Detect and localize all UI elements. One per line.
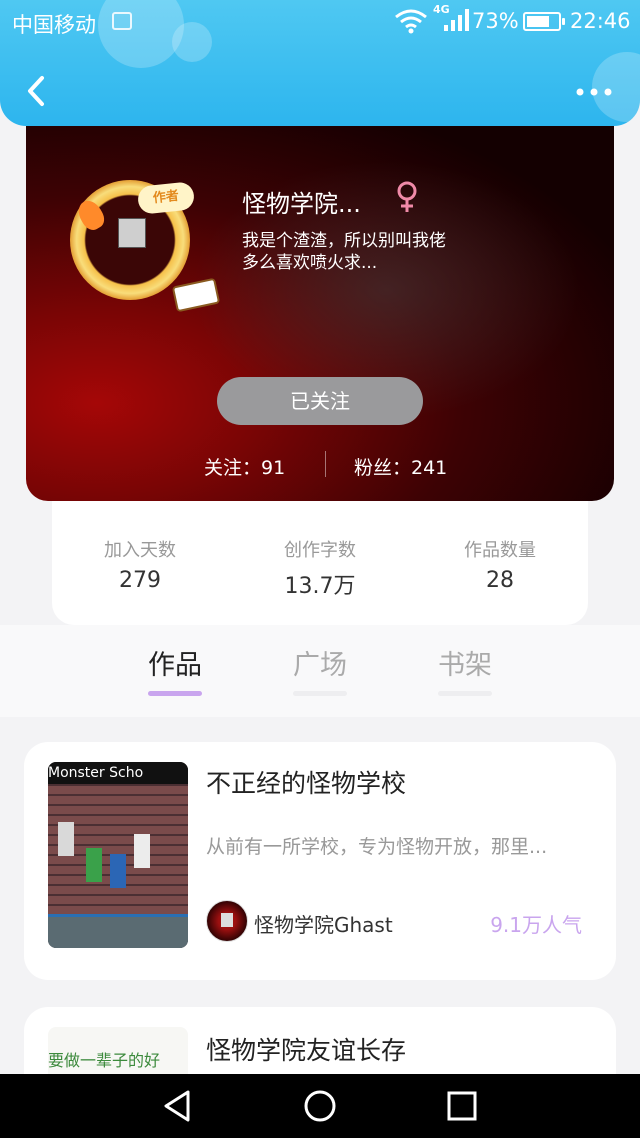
tab-indicator bbox=[293, 691, 347, 696]
stat-label: 创作字数 bbox=[284, 540, 356, 561]
book-decoration-icon bbox=[171, 277, 221, 313]
cover-title-text: Monster Scho bbox=[48, 762, 188, 784]
ghast-avatar-image bbox=[118, 218, 146, 248]
stat-value: 28 bbox=[486, 568, 514, 593]
cover-figure bbox=[134, 834, 150, 868]
bio-line: 多么喜欢喷火求... bbox=[242, 253, 378, 273]
work-card[interactable]: Monster Scho 不正经的怪物学校 从前有一所学校，专为怪物开放，那里.… bbox=[24, 742, 616, 980]
back-arrow-icon[interactable] bbox=[22, 74, 52, 108]
cover-floor bbox=[48, 914, 188, 948]
stat-word-count: 创作字数 13.7万 bbox=[240, 536, 400, 600]
author-avatar[interactable]: 作者 bbox=[62, 166, 221, 313]
nav-home-circle-icon[interactable] bbox=[302, 1088, 338, 1124]
system-nav-bar bbox=[0, 1074, 640, 1138]
follow-button[interactable]: 已关注 bbox=[217, 377, 423, 425]
tab-indicator bbox=[438, 691, 492, 696]
top-header: 中国移动 4G 73% 22:46 bbox=[0, 0, 640, 126]
bio-line: 我是个渣渣，所以别叫我佬 bbox=[242, 231, 446, 251]
work-title[interactable]: 怪物学院友谊长存 bbox=[206, 1031, 406, 1067]
work-title[interactable]: 不正经的怪物学校 bbox=[206, 764, 406, 800]
nav-back-triangle-icon[interactable] bbox=[160, 1088, 196, 1124]
tab-bookshelf[interactable]: 书架 bbox=[410, 643, 520, 682]
work-cover-image[interactable]: Monster Scho bbox=[48, 762, 188, 948]
stat-value: 13.7万 bbox=[284, 574, 356, 599]
status-bar: 中国移动 4G 73% 22:46 bbox=[0, 0, 640, 44]
cover-figure bbox=[110, 854, 126, 888]
following-count[interactable]: 关注：91 bbox=[204, 453, 285, 480]
battery-level bbox=[527, 16, 549, 27]
signal-icon bbox=[444, 9, 469, 31]
cover-title-text: 要做一辈子的好 bbox=[48, 1051, 161, 1070]
stat-label: 加入天数 bbox=[104, 540, 176, 561]
work-popularity: 9.1万人气 bbox=[490, 913, 582, 937]
stat-works-count: 作品数量 28 bbox=[420, 536, 580, 593]
female-icon bbox=[397, 181, 417, 212]
work-author[interactable]: 怪物学院Ghast bbox=[254, 909, 393, 938]
followers-count[interactable]: 粉丝：241 bbox=[354, 453, 447, 480]
stat-label: 作品数量 bbox=[464, 540, 536, 561]
gallery-notification-icon bbox=[112, 12, 132, 30]
wifi-icon bbox=[395, 9, 427, 34]
tab-works[interactable]: 作品 bbox=[120, 643, 230, 682]
nav-recent-square-icon[interactable] bbox=[444, 1088, 480, 1124]
more-dots-icon[interactable] bbox=[574, 80, 614, 104]
user-nickname: 怪物学院... bbox=[242, 190, 361, 218]
cover-figure bbox=[58, 822, 74, 856]
author-badge: 作者 bbox=[136, 181, 196, 215]
clock: 22:46 bbox=[570, 9, 631, 33]
work-description: 从前有一所学校，专为怪物开放，那里... bbox=[206, 836, 548, 858]
cover-figure bbox=[86, 848, 102, 882]
author-avatar-small[interactable] bbox=[206, 900, 248, 942]
stat-join-days: 加入天数 279 bbox=[60, 536, 220, 593]
tab-bar: 作品 广场 书架 bbox=[0, 625, 640, 717]
user-bio: 我是个渣渣，所以别叫我佬 多么喜欢喷火求... bbox=[242, 230, 502, 274]
carrier-name: 中国移动 bbox=[12, 13, 96, 37]
tab-indicator bbox=[148, 691, 202, 696]
profile-card: 作者 怪物学院... 我是个渣渣，所以别叫我佬 多么喜欢喷火求... 已关注 关… bbox=[26, 110, 614, 501]
divider bbox=[325, 451, 326, 477]
stat-value: 279 bbox=[119, 568, 161, 593]
battery-icon bbox=[523, 12, 565, 31]
tab-square[interactable]: 广场 bbox=[265, 643, 375, 682]
battery-percent: 73% bbox=[472, 9, 519, 33]
stats-card: 加入天数 279 创作字数 13.7万 作品数量 28 bbox=[52, 480, 588, 625]
